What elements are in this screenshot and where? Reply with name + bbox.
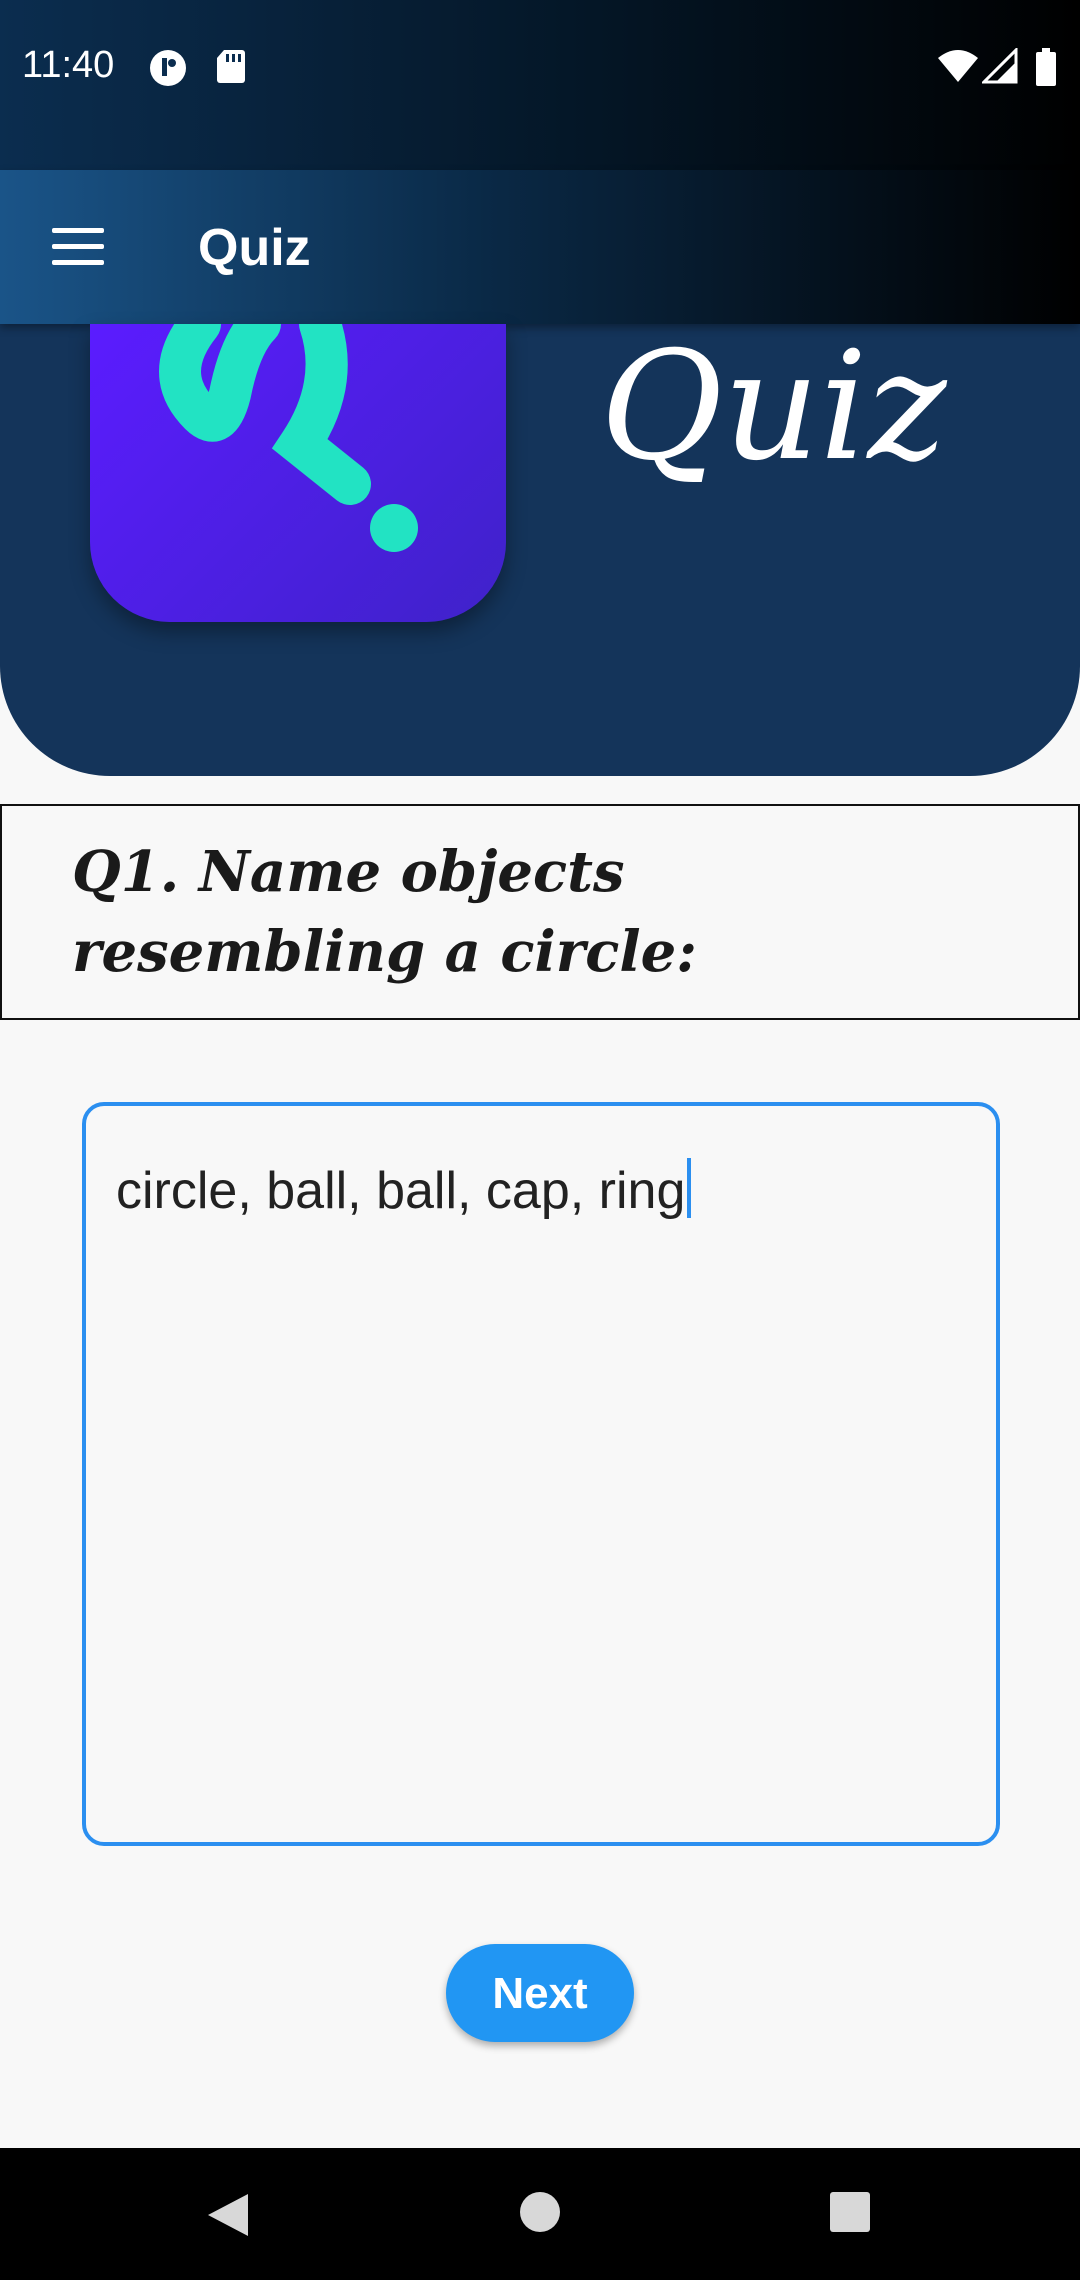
battery-icon <box>1036 48 1056 86</box>
back-icon[interactable] <box>206 2192 250 2238</box>
question-card: Q1. Name objects resembling a circle: <box>0 804 1080 1020</box>
answer-input[interactable]: circle, ball, ball, cap, ring <box>82 1102 1000 1846</box>
quiz-logo-icon <box>90 324 506 622</box>
hamburger-menu-icon[interactable] <box>52 228 104 266</box>
text-cursor <box>687 1158 692 1218</box>
banner-quiz-word: Quiz <box>600 320 947 494</box>
home-icon[interactable] <box>520 2192 560 2232</box>
wifi-icon <box>938 50 978 82</box>
answer-text: circle, ball, ball, cap, ring <box>116 1162 686 1220</box>
signal-icon <box>982 48 1018 84</box>
status-bar: 11:40 <box>0 0 1080 170</box>
sd-card-icon <box>217 50 245 83</box>
app-title: Quiz <box>198 219 311 277</box>
question-text: Q1. Name objects resembling a circle: <box>72 839 697 985</box>
next-button[interactable]: Next <box>446 1944 634 2042</box>
navigation-bar <box>0 2148 1080 2280</box>
notification-app-icon <box>150 50 186 86</box>
status-time: 11:40 <box>22 44 115 86</box>
app-bar: Quiz <box>0 170 1080 324</box>
recents-icon[interactable] <box>830 2192 870 2232</box>
